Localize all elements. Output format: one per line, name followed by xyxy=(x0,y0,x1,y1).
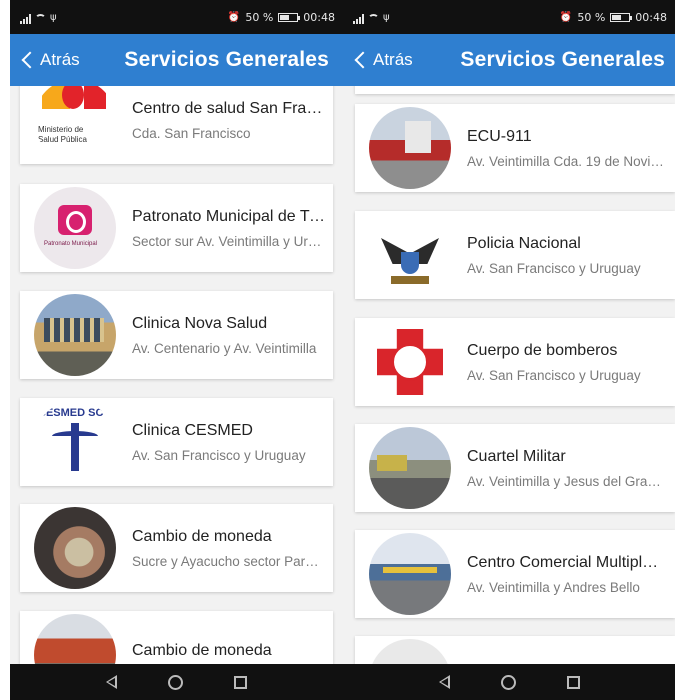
list-item[interactable]: Cuartel Militar Av. Veintimilla y Jesus … xyxy=(355,424,675,512)
list-item[interactable]: Cambio de moneda xyxy=(20,611,333,664)
list-item[interactable]: Ministerio de Salud Pública Centro de sal… xyxy=(20,86,333,164)
wifi-icon xyxy=(35,14,46,23)
status-bar: ψ ⏰ 50 % 00:48 xyxy=(10,0,343,34)
back-button[interactable]: Atrás xyxy=(343,34,413,86)
page-title: Servicios Generales xyxy=(124,48,329,71)
back-label: Atrás xyxy=(40,50,80,69)
item-title: Clinica Nova Salud xyxy=(132,314,268,332)
item-title: Cambio de moneda xyxy=(132,527,272,545)
services-list[interactable]: Ministerio de Salud Pública Centro de sal… xyxy=(10,86,343,664)
item-title: ECU-911 xyxy=(467,127,532,145)
military-base-photo xyxy=(369,427,451,509)
list-item[interactable]: Cambio de moneda Sucre y Ayacucho sector… xyxy=(20,504,333,592)
item-title: Cambio de moneda xyxy=(132,642,272,659)
battery-icon xyxy=(610,12,633,22)
item-address: Sector sur Av. Veintimilla y Uruguay xyxy=(132,233,325,249)
bomberos-logo xyxy=(369,321,451,403)
signal-icon xyxy=(20,14,31,24)
status-icons-left: ψ xyxy=(20,10,57,24)
status-bar: ψ ⏰ 50 % 00:48 xyxy=(343,0,675,34)
item-address: Sucre y Ayacucho sector Parque xyxy=(132,553,325,569)
battery-icon xyxy=(278,12,301,22)
ministerio-salud-logo: Ministerio de Salud Pública xyxy=(34,86,116,161)
ecu911-photo xyxy=(369,107,451,189)
list-item[interactable] xyxy=(355,86,675,94)
battery-percent: 50 % xyxy=(245,10,274,24)
cesmed-logo: CESMED SC xyxy=(34,401,116,483)
status-icons-left: ψ xyxy=(353,10,390,24)
list-item[interactable]: Centro Comercial Multiplaza Av. Veintimi… xyxy=(355,530,675,618)
app-header: Atrás Servicios Generales xyxy=(10,34,343,86)
clock: 00:48 xyxy=(303,10,335,24)
clinic-photo xyxy=(34,294,116,376)
phone-screen-left: ψ ⏰ 50 % 00:48 Atrás Servicios Generales… xyxy=(10,0,343,700)
system-nav-bar xyxy=(10,664,343,700)
screenshot-pair: ψ ⏰ 50 % 00:48 Atrás Servicios Generales… xyxy=(0,0,675,700)
item-address: Av. San Francisco y Uruguay xyxy=(132,447,306,463)
nav-home-icon[interactable] xyxy=(167,674,183,690)
chevron-left-icon xyxy=(354,51,372,69)
item-title: Policia Nacional xyxy=(467,234,581,252)
item-title: Patronato Municipal de Tulcán xyxy=(132,207,325,225)
item-address: Av. San Francisco y Uruguay xyxy=(467,260,641,276)
logo-text: Salud Pública xyxy=(38,135,87,144)
logo-text: Patronato Municipal xyxy=(44,241,98,247)
nav-recents-icon[interactable] xyxy=(234,675,248,689)
battery-percent: 50 % xyxy=(577,10,606,24)
list-item[interactable]: Patronato Municipal Patronato Municipal … xyxy=(20,184,333,272)
status-icons-right: ⏰ 50 % 00:48 xyxy=(560,11,667,24)
back-label: Atrás xyxy=(373,50,413,69)
item-title: Cuerpo de bomberos xyxy=(467,341,618,359)
currency-exchange-photo xyxy=(34,614,116,664)
chevron-left-icon xyxy=(21,51,39,69)
item-photo xyxy=(369,639,451,664)
item-title: Centro de salud San Francisco xyxy=(132,99,325,117)
list-item[interactable] xyxy=(355,636,675,664)
nav-home-icon[interactable] xyxy=(500,674,516,690)
alarm-off-icon: ⏰ xyxy=(559,11,573,23)
nav-back-icon[interactable] xyxy=(105,675,117,689)
nav-recents-icon[interactable] xyxy=(566,675,580,689)
patronato-logo: Patronato Municipal xyxy=(34,187,116,269)
logo-text: CESMED SC xyxy=(38,407,104,419)
item-address: Cda. San Francisco xyxy=(132,125,251,141)
services-list[interactable]: ECU-911 Av. Veintimilla Cda. 19 de Novie… xyxy=(343,86,675,664)
item-address: Av. San Francisco y Uruguay xyxy=(467,367,641,383)
nav-back-icon[interactable] xyxy=(438,675,450,689)
app-header: Atrás Servicios Generales xyxy=(343,34,675,86)
list-item[interactable]: Clinica Nova Salud Av. Centenario y Av. … xyxy=(20,291,333,379)
mall-photo xyxy=(369,533,451,615)
item-title: Centro Comercial Multiplaza xyxy=(467,553,667,571)
list-item[interactable]: Policia Nacional Av. San Francisco y Uru… xyxy=(355,211,675,299)
item-address: Av. Veintimilla y Andres Bello xyxy=(467,579,640,595)
policia-logo xyxy=(369,214,451,296)
back-button[interactable]: Atrás xyxy=(10,34,80,86)
list-item[interactable]: CESMED SC Clinica CESMED Av. San Francis… xyxy=(20,398,333,486)
wifi-icon xyxy=(368,14,379,23)
alarm-off-icon: ⏰ xyxy=(227,11,241,23)
item-address: Av. Veintimilla y Jesus del Gran Poder xyxy=(467,473,667,489)
usb-icon: ψ xyxy=(50,12,57,23)
currency-exchange-photo xyxy=(34,507,116,589)
signal-icon xyxy=(353,14,364,24)
logo-text: Ministerio de xyxy=(38,125,84,134)
clock: 00:48 xyxy=(635,10,667,24)
system-nav-bar xyxy=(343,664,675,700)
list-item[interactable]: Cuerpo de bomberos Av. San Francisco y U… xyxy=(355,318,675,406)
item-address: Av. Centenario y Av. Veintimilla xyxy=(132,340,317,356)
item-title: Cuartel Militar xyxy=(467,447,566,465)
phone-screen-right: ψ ⏰ 50 % 00:48 Atrás Servicios Generales… xyxy=(343,0,675,700)
page-title: Servicios Generales xyxy=(460,48,665,71)
item-address: Av. Veintimilla Cda. 19 de Noviembre xyxy=(467,153,667,169)
usb-icon: ψ xyxy=(383,12,390,23)
status-icons-right: ⏰ 50 % 00:48 xyxy=(228,11,335,24)
item-title: Clinica CESMED xyxy=(132,421,253,439)
list-item[interactable]: ECU-911 Av. Veintimilla Cda. 19 de Novie… xyxy=(355,104,675,192)
